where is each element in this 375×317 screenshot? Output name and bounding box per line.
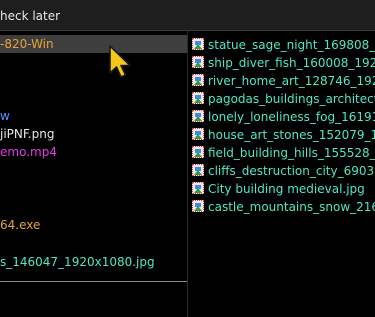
left-list-item[interactable]: s_146047_1920x1080.jpg — [0, 253, 155, 271]
file-name: river_home_art_128746_1920x1080.jpg — [208, 74, 375, 88]
image-file-icon — [192, 128, 204, 140]
image-file-icon — [192, 38, 204, 50]
image-file-icon — [192, 74, 204, 86]
image-file-icon — [192, 110, 204, 122]
panel-separator-line — [0, 281, 187, 282]
file-name: ship_diver_fish_160008_1920x1080.jpg — [208, 56, 375, 70]
left-list-item[interactable]: jiPNF.png — [0, 125, 55, 143]
menu-bar: heck later — [0, 0, 375, 31]
left-list-item[interactable]: emo.mp4 — [0, 143, 57, 161]
menu-label[interactable]: heck later — [0, 9, 60, 23]
file-name: castle_mountains_snow_216154 — [208, 200, 375, 214]
file-name: statue_sage_night_169808_1920x1080.jpg — [208, 38, 375, 52]
left-file-list: -820-Win w jiPNF.png emo.mp4 64.exe s_14… — [0, 31, 187, 317]
left-list-item-label: s_146047_1920x1080.jpg — [0, 255, 155, 269]
left-list-item-label: w — [0, 109, 10, 123]
mouse-pointer-icon — [109, 45, 131, 78]
file-name: City building medieval.jpg — [208, 182, 365, 196]
image-file-icon — [192, 164, 204, 176]
image-file-icon — [192, 56, 204, 68]
left-list-item-label: emo.mp4 — [0, 145, 57, 159]
left-list-item-label: -820-Win — [0, 37, 54, 51]
left-list-item[interactable]: 64.exe — [0, 216, 40, 234]
image-file-icon — [192, 182, 204, 194]
file-name: cliffs_destruction_city_69033_1920x1080.… — [208, 164, 375, 178]
file-name: house_art_stones_152079_1920x1080.jpg — [208, 128, 375, 142]
image-file-icon — [192, 146, 204, 158]
left-list-item-label: 64.exe — [0, 218, 41, 232]
left-list-item-label: jiPNF.png — [0, 127, 55, 141]
right-file-list: statue_sage_night_169808_1920x1080.jpg s… — [188, 31, 375, 317]
image-file-icon — [192, 200, 204, 212]
file-name: pagodas_buildings_architecture — [208, 92, 375, 106]
image-file-icon — [192, 92, 204, 104]
file-name: lonely_loneliness_fog_161918 — [208, 110, 375, 124]
file-name: field_building_hills_155528_1920x1080.jp… — [208, 146, 375, 160]
left-list-item-selected[interactable]: -820-Win — [0, 35, 187, 53]
left-list-item[interactable]: w — [0, 107, 10, 125]
